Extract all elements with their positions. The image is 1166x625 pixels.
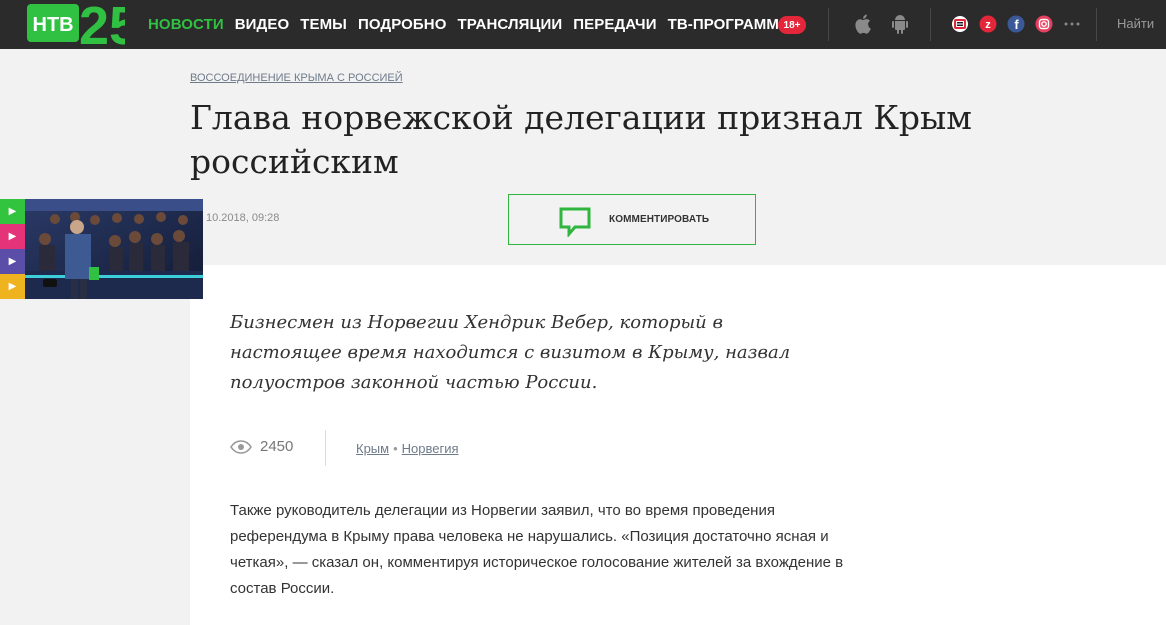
svg-text:НТВ: НТВ <box>32 14 73 36</box>
article-lead: Бизнесмен из Норвегии Хендрик Вебер, кот… <box>230 312 791 393</box>
comment-button[interactable]: КОММЕНТИРОВАТЬ <box>508 194 756 245</box>
nav-shows[interactable]: ПЕРЕДАЧИ <box>573 16 656 33</box>
svg-text:25: 25 <box>79 0 125 46</box>
video-thumbnail[interactable] <box>25 199 203 299</box>
svg-text:z: z <box>985 19 991 31</box>
nav-video[interactable]: ВИДЕО <box>235 16 289 33</box>
nav-details[interactable]: ПОДРОБНО <box>358 16 447 33</box>
divider <box>325 430 326 466</box>
ntv-logo[interactable]: 25 НТВ <box>27 0 139 56</box>
nav-broadcasts[interactable]: ТРАНСЛЯЦИИ <box>457 16 562 33</box>
divider <box>1096 8 1097 41</box>
divider <box>930 8 931 41</box>
video-channel-pink-button[interactable]: ▶ <box>0 224 25 249</box>
main-nav: НОВОСТИ ВИДЕО ТЕМЫ ПОДРОБНО ТРАНСЛЯЦИИ П… <box>148 0 790 49</box>
view-counter: 2450 <box>230 438 293 455</box>
nav-topics[interactable]: ТЕМЫ <box>300 16 347 33</box>
zen-icon[interactable]: z <box>978 14 998 34</box>
android-icon[interactable] <box>890 14 910 34</box>
tag-link[interactable]: Крым <box>356 441 389 456</box>
video-channel-buttons: ▶ ▶ ▶ ▶ <box>0 199 25 299</box>
tag-link[interactable]: Норвегия <box>402 441 459 456</box>
svg-text:f: f <box>1014 17 1019 32</box>
comment-button-label: КОММЕНТИРОВАТЬ <box>609 214 710 225</box>
top-bar: 25 НТВ НОВОСТИ ВИДЕО ТЕМЫ ПОДРОБНО ТРАНС… <box>0 0 1166 56</box>
article-title: Глава норвежской делегации признал Крым … <box>190 98 972 181</box>
rubric-link[interactable]: ВОССОЕДИНЕНИЕ КРЫМА С РОССИЕЙ <box>190 72 403 84</box>
view-count: 2450 <box>260 438 294 455</box>
nav-tv-program[interactable]: ТВ-ПРОГРАММА <box>668 16 790 33</box>
video-channel-yellow-button[interactable]: ▶ <box>0 274 25 299</box>
divider <box>828 8 829 41</box>
tag-separator: • <box>393 441 398 456</box>
video-channel-green-button[interactable]: ▶ <box>0 199 25 224</box>
facebook-icon[interactable]: f <box>1006 14 1026 34</box>
video-widget: ▶ ▶ ▶ ▶ <box>0 199 203 299</box>
age-rating-badge: 18+ <box>778 16 806 34</box>
article-body: Также руководитель делегации из Норвегии… <box>230 502 844 597</box>
nav-news[interactable]: НОВОСТИ <box>148 16 224 33</box>
eye-icon <box>230 439 252 454</box>
ok-icon[interactable] <box>950 14 970 34</box>
apple-icon[interactable] <box>854 14 874 34</box>
tag-list: Крым • Норвегия <box>356 441 459 456</box>
publish-date: 10.2018, 09:28 <box>206 212 280 224</box>
more-icon[interactable] <box>1062 14 1082 34</box>
instagram-icon[interactable] <box>1034 14 1054 34</box>
comment-icon <box>559 207 591 237</box>
search-button[interactable]: Найти <box>1117 16 1154 31</box>
video-channel-purple-button[interactable]: ▶ <box>0 249 25 274</box>
